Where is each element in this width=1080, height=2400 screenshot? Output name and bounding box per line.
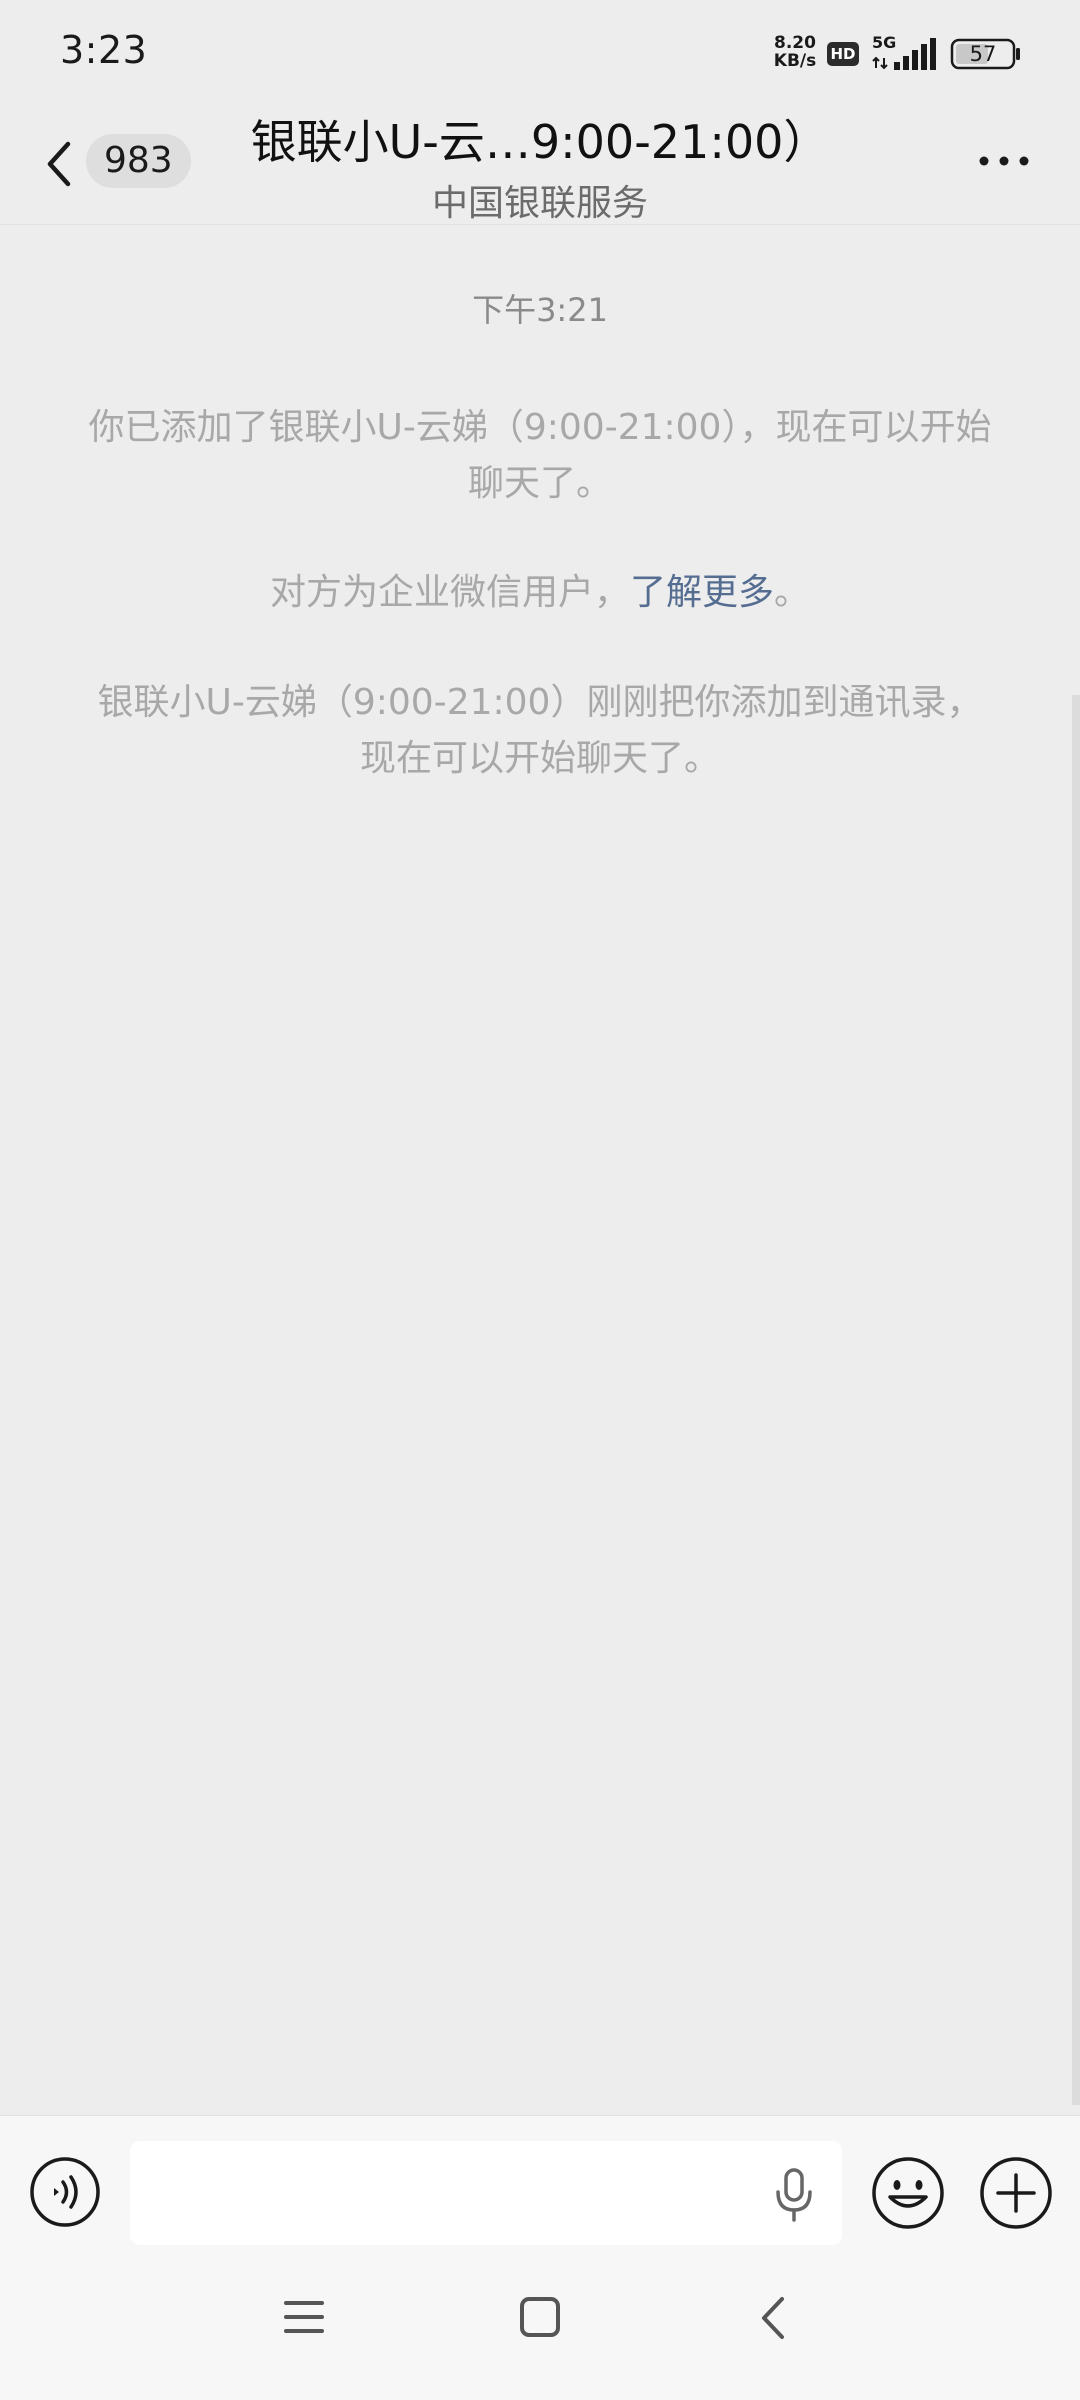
chat-title: 银联小U-云…9:00-21:00） <box>250 115 830 169</box>
emoji-icon[interactable] <box>870 2155 946 2231</box>
message-input[interactable] <box>130 2141 842 2245</box>
chat-subtitle: 中国银联服务 <box>431 183 648 224</box>
hd-badge: HD <box>827 42 859 66</box>
learn-more-link[interactable]: 了解更多 <box>630 572 774 613</box>
signal-icon: 5G <box>872 34 936 70</box>
network-speed: 8.20 KB/s <box>770 34 820 70</box>
recent-apps-icon[interactable] <box>282 2295 326 2339</box>
chat-header: 983 银联小U-云…9:00-21:00） 中国银联服务 <box>0 100 1080 225</box>
network-speed-unit: KB/s <box>773 51 817 71</box>
microphone-icon[interactable] <box>772 2166 816 2224</box>
plus-icon[interactable] <box>978 2155 1054 2231</box>
message-timestamp: 下午3:21 <box>472 291 608 329</box>
system-navigation-bar <box>0 2255 1080 2400</box>
message-list[interactable]: 下午3:21 你已添加了银联小U-云娣（9:00-21:00），现在可以开始聊天… <box>0 225 1080 2115</box>
system-message-added: 你已添加了银联小U-云娣（9:00-21:00），现在可以开始聊天了。 <box>88 407 992 504</box>
input-bar <box>0 2115 1080 2256</box>
system-message-enterprise: 对方为企业微信用户，了解更多。 <box>80 565 1000 621</box>
system-back-icon[interactable] <box>756 2293 792 2343</box>
status-time: 3:23 <box>60 28 148 72</box>
enterprise-notice-text: 对方为企业微信用户， <box>269 572 630 613</box>
more-dots-icon[interactable] <box>976 146 1036 176</box>
battery-level: 57 <box>969 42 997 66</box>
enterprise-notice-period: 。 <box>774 572 811 613</box>
home-icon[interactable] <box>518 2295 562 2339</box>
status-bar: 3:23 8.20 KB/s HD 5G 57 <box>0 0 1080 100</box>
voice-toggle-icon[interactable] <box>28 2155 102 2229</box>
chat-screen: 3:23 8.20 KB/s HD 5G 57 983 银联小U-云…9:00-… <box>0 0 1080 2400</box>
back-chevron-icon <box>47 141 71 187</box>
scrollbar[interactable] <box>1072 695 1080 2105</box>
network-speed-value: 8.20 <box>774 33 816 53</box>
network-type-label: 5G <box>872 34 896 52</box>
system-message-contact: 银联小U-云娣（9:00-21:00）刚刚把你添加到通讯录，现在可以开始聊天了。 <box>97 682 983 779</box>
title-block: 银联小U-云…9:00-21:00） 中国银联服务 <box>150 100 930 226</box>
